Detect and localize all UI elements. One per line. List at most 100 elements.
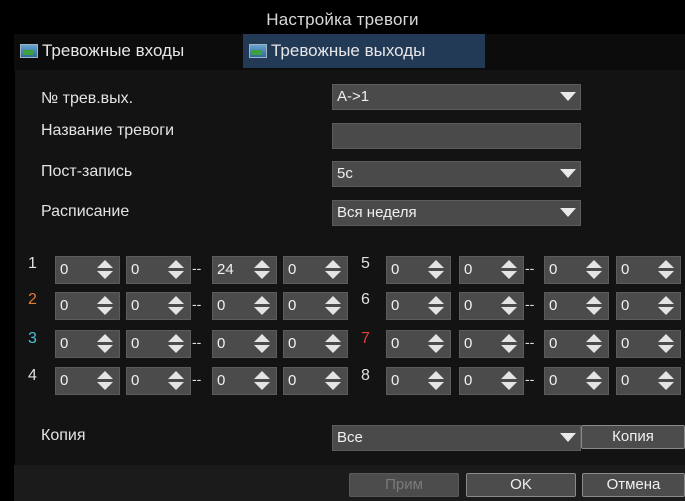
spinner-value: 0 <box>217 372 226 389</box>
spinner-arrows-icon[interactable] <box>656 334 676 354</box>
slot-1-start-hour[interactable]: 0 <box>55 256 120 284</box>
spinner-arrows-icon[interactable] <box>166 296 186 316</box>
spinner-arrows-icon[interactable] <box>252 260 272 280</box>
slot-4-start-hour[interactable]: 0 <box>55 367 120 395</box>
spinner-value: 0 <box>60 261 69 278</box>
slot-3-end-minute[interactable]: 0 <box>283 330 348 358</box>
output-no-dropdown[interactable]: A->1 <box>332 84 581 110</box>
spinner-arrows-icon[interactable] <box>426 296 446 316</box>
spinner-arrows-icon[interactable] <box>95 371 115 391</box>
picture-icon <box>20 44 38 58</box>
slot-8-end-minute[interactable]: 0 <box>616 367 681 395</box>
spinner-arrows-icon[interactable] <box>95 334 115 354</box>
slot-2-start-hour[interactable]: 0 <box>55 292 120 320</box>
tab-alarm-outputs[interactable]: Тревожные выходы <box>243 34 485 68</box>
copy-label: Копия <box>41 427 86 444</box>
slot-7-end-minute[interactable]: 0 <box>616 330 681 358</box>
slot-7-end-hour[interactable]: 0 <box>544 330 609 358</box>
spinner-value: 0 <box>464 335 473 352</box>
slot-1-start-minute[interactable]: 0 <box>126 256 191 284</box>
spinner-arrows-icon[interactable] <box>584 371 604 391</box>
range-dash: -- <box>192 371 202 387</box>
slot-3-end-hour[interactable]: 0 <box>212 330 277 358</box>
slot-5-start-hour[interactable]: 0 <box>386 256 451 284</box>
slot-4-start-minute[interactable]: 0 <box>126 367 191 395</box>
schedule-label: Расписание <box>41 203 130 220</box>
slot-8-end-hour[interactable]: 0 <box>544 367 609 395</box>
spinner-arrows-icon[interactable] <box>95 260 115 280</box>
tab-alarm-inputs[interactable]: Тревожные входы <box>14 34 242 68</box>
spinner-value: 0 <box>60 297 69 314</box>
slot-2-end-hour[interactable]: 0 <box>212 292 277 320</box>
window-title: Настройка тревоги <box>266 10 419 29</box>
spinner-value: 0 <box>549 372 558 389</box>
slot-6-end-hour[interactable]: 0 <box>544 292 609 320</box>
spinner-arrows-icon[interactable] <box>584 334 604 354</box>
spinner-value: 0 <box>621 335 630 352</box>
ok-button[interactable]: OK <box>466 473 576 497</box>
slot-4-end-minute[interactable]: 0 <box>283 367 348 395</box>
spinner-arrows-icon[interactable] <box>323 334 343 354</box>
copy-target-dropdown[interactable]: Все <box>332 425 581 451</box>
slot-8-start-minute[interactable]: 0 <box>459 367 524 395</box>
slot-6-start-minute[interactable]: 0 <box>459 292 524 320</box>
spinner-value: 0 <box>60 372 69 389</box>
spinner-arrows-icon[interactable] <box>584 260 604 280</box>
spinner-arrows-icon[interactable] <box>499 334 519 354</box>
spinner-arrows-icon[interactable] <box>323 296 343 316</box>
spinner-arrows-icon[interactable] <box>252 296 272 316</box>
footer-bar: Прим OK Отмена <box>14 465 685 501</box>
slot-8-start-hour[interactable]: 0 <box>386 367 451 395</box>
slot-7-start-hour[interactable]: 0 <box>386 330 451 358</box>
spinner-value: 0 <box>288 261 297 278</box>
slot-3-start-hour[interactable]: 0 <box>55 330 120 358</box>
spinner-arrows-icon[interactable] <box>95 296 115 316</box>
spinner-arrows-icon[interactable] <box>426 371 446 391</box>
spinner-arrows-icon[interactable] <box>656 371 676 391</box>
slot-3-start-minute[interactable]: 0 <box>126 330 191 358</box>
spinner-arrows-icon[interactable] <box>166 371 186 391</box>
spinner-arrows-icon[interactable] <box>499 260 519 280</box>
spinner-arrows-icon[interactable] <box>499 371 519 391</box>
spinner-arrows-icon[interactable] <box>252 334 272 354</box>
slot-5-end-hour[interactable]: 0 <box>544 256 609 284</box>
slot-2-start-minute[interactable]: 0 <box>126 292 191 320</box>
spinner-value: 0 <box>391 297 400 314</box>
spinner-arrows-icon[interactable] <box>166 334 186 354</box>
post-record-dropdown[interactable]: 5с <box>332 161 581 187</box>
spinner-value: 0 <box>131 335 140 352</box>
spinner-arrows-icon[interactable] <box>426 260 446 280</box>
schedule-dropdown[interactable]: Вся неделя <box>332 200 581 226</box>
spinner-arrows-icon[interactable] <box>656 260 676 280</box>
spinner-arrows-icon[interactable] <box>323 371 343 391</box>
copy-button[interactable]: Копия <box>581 425 685 449</box>
spinner-arrows-icon[interactable] <box>166 260 186 280</box>
spinner-arrows-icon[interactable] <box>584 296 604 316</box>
tab-alarm-outputs-label: Тревожные выходы <box>271 41 426 60</box>
spinner-arrows-icon[interactable] <box>499 296 519 316</box>
slot-1-end-minute[interactable]: 0 <box>283 256 348 284</box>
alarm-name-label: Название тревоги <box>41 122 175 139</box>
slot-1-end-hour[interactable]: 24 <box>212 256 277 284</box>
spinner-value: 0 <box>391 335 400 352</box>
spinner-arrows-icon[interactable] <box>323 260 343 280</box>
slot-6-start-hour[interactable]: 0 <box>386 292 451 320</box>
spinner-value: 0 <box>131 261 140 278</box>
range-dash: -- <box>192 334 202 350</box>
tab-alarm-inputs-label: Тревожные входы <box>42 41 185 60</box>
slot-2-end-minute[interactable]: 0 <box>283 292 348 320</box>
slot-5-end-minute[interactable]: 0 <box>616 256 681 284</box>
apply-button[interactable]: Прим <box>349 473 459 497</box>
output-no-value: A->1 <box>337 88 370 105</box>
slot-4-end-hour[interactable]: 0 <box>212 367 277 395</box>
alarm-name-input[interactable] <box>332 123 581 149</box>
spinner-value: 0 <box>621 297 630 314</box>
spinner-arrows-icon[interactable] <box>656 296 676 316</box>
slot-5-start-minute[interactable]: 0 <box>459 256 524 284</box>
spinner-arrows-icon[interactable] <box>426 334 446 354</box>
cancel-button[interactable]: Отмена <box>582 473 685 497</box>
slot-6-end-minute[interactable]: 0 <box>616 292 681 320</box>
spinner-arrows-icon[interactable] <box>252 371 272 391</box>
spinner-value: 0 <box>464 261 473 278</box>
slot-7-start-minute[interactable]: 0 <box>459 330 524 358</box>
